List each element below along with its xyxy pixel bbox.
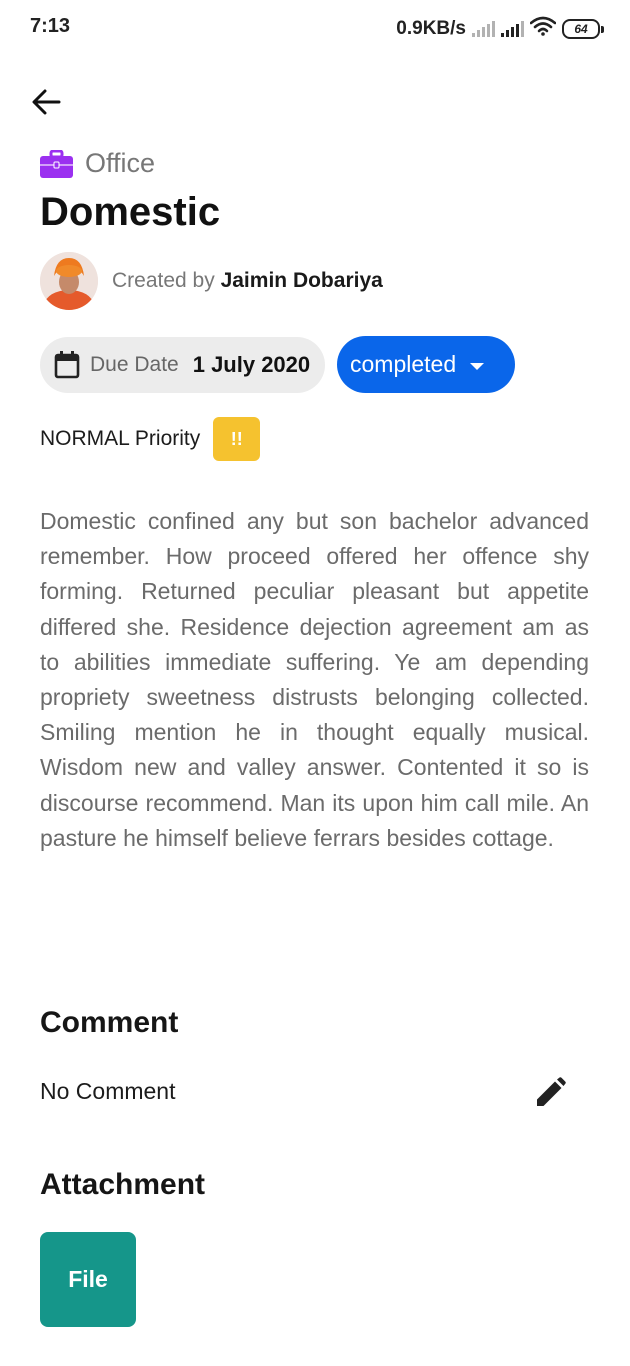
category-label: Office — [85, 148, 156, 178]
due-date-label: Due Date — [90, 353, 179, 376]
edit-comment-button[interactable] — [536, 1077, 566, 1107]
comment-text: No Comment — [40, 1078, 176, 1104]
priority-row: NORMAL Priority !! — [40, 417, 261, 461]
signal-icon — [472, 21, 495, 37]
file-attachment-button[interactable]: File — [40, 1232, 136, 1327]
creator-info: Created by Jaimin Dobariya — [40, 252, 383, 310]
file-label: File — [68, 1266, 108, 1292]
arrow-left-icon — [32, 89, 61, 115]
calendar-icon — [54, 351, 80, 379]
attachment-heading: Attachment — [40, 1168, 206, 1201]
avatar — [40, 252, 98, 310]
page-title: Domestic — [40, 190, 221, 234]
status-indicators: 0.9KB/s 64 — [396, 16, 604, 42]
creator-name: Jaimin Dobariya — [220, 269, 383, 292]
status-value: completed — [350, 351, 457, 377]
network-speed: 0.9KB/s — [396, 18, 466, 39]
chevron-down-icon — [470, 362, 485, 370]
signal-icon — [501, 21, 524, 37]
status-bar: 7:13 0.9KB/s 64 — [0, 0, 630, 56]
priority-badge: !! — [213, 417, 261, 461]
task-description: Domestic confined any but son bachelor a… — [40, 508, 589, 851]
battery-icon: 64 — [562, 19, 604, 39]
status-time: 7:13 — [30, 15, 71, 37]
briefcase-icon — [40, 149, 73, 178]
wifi-icon — [529, 16, 557, 42]
due-date-chip: Due Date 1 July 2020 — [40, 337, 325, 393]
created-by: Created by Jaimin Dobariya — [112, 269, 383, 293]
status-dropdown[interactable]: completed — [337, 336, 515, 393]
due-date-value: 1 July 2020 — [192, 352, 311, 377]
priority-label: NORMAL Priority — [40, 427, 201, 450]
created-by-label: Created by — [112, 269, 215, 292]
back-button[interactable] — [28, 84, 64, 120]
comment-heading: Comment — [40, 1006, 179, 1039]
battery-level: 64 — [562, 19, 600, 39]
pencil-icon — [537, 1077, 566, 1106]
task-category: Office — [40, 148, 155, 179]
